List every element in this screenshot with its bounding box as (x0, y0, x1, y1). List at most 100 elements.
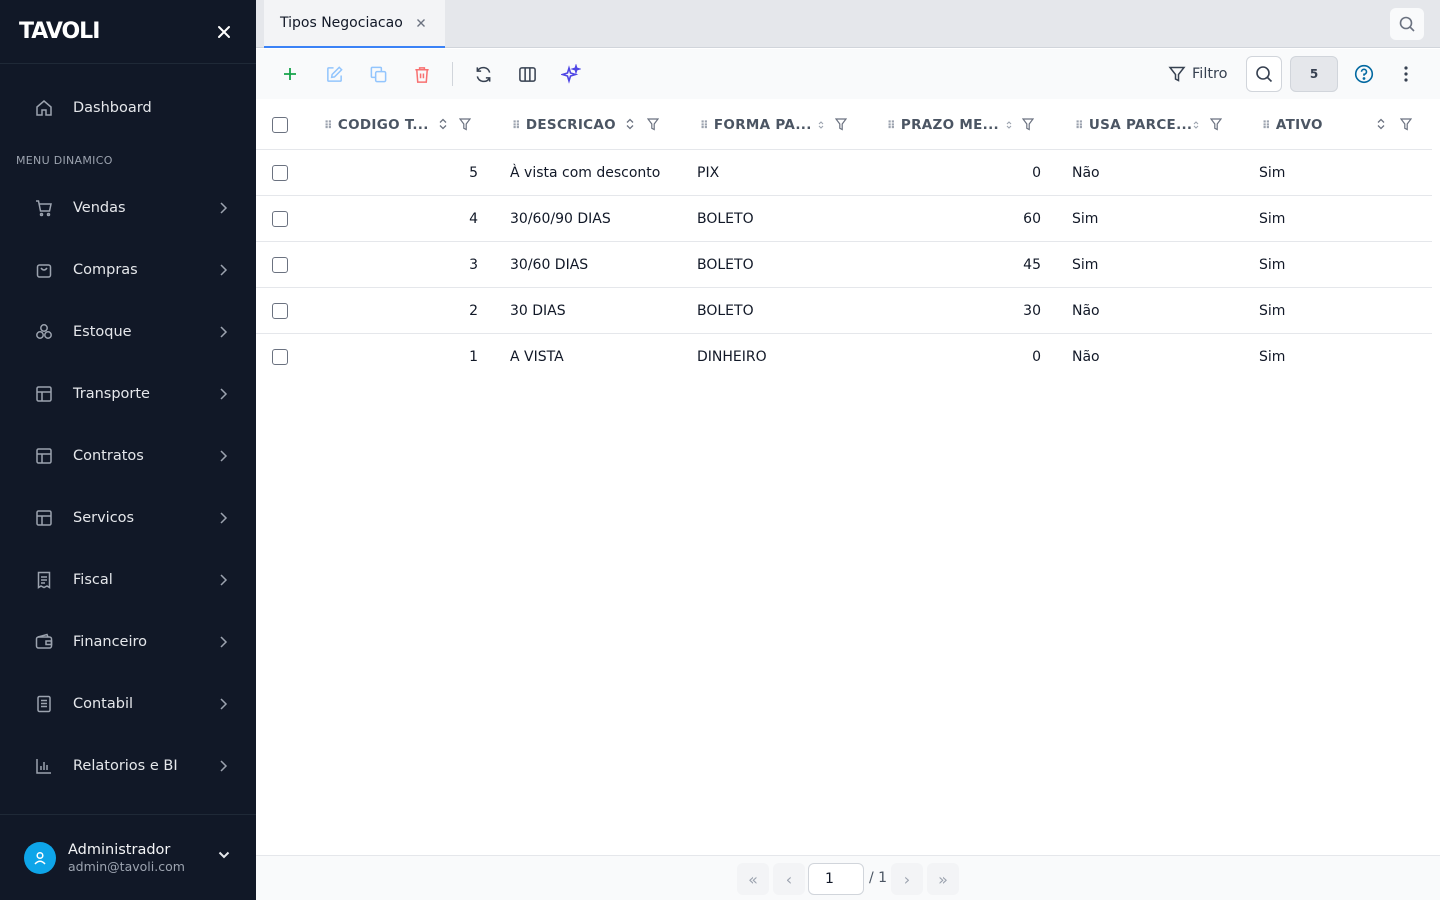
chevron-right-icon (220, 512, 228, 524)
copy-button[interactable] (366, 62, 390, 86)
sidebar-item-servicos[interactable]: Servicos (16, 487, 240, 549)
sort-icon[interactable] (818, 121, 824, 129)
sidebar-item-relatorios[interactable]: Relatorios e BI (16, 735, 240, 797)
cell-ativo: Sim (1259, 211, 1286, 227)
drag-handle-icon[interactable]: ⠿ (700, 119, 709, 132)
cell-prazo: 60 (1023, 211, 1041, 227)
table-row[interactable]: 5 À vista com desconto PIX 0 Não Sim (256, 150, 1432, 196)
column-header-forma-pagamento[interactable]: ⠿ FORMA PA... (700, 100, 860, 150)
column-label: CODIGO T... (337, 117, 429, 133)
table-row[interactable]: 3 30/60 DIAS BOLETO 45 Sim Sim (256, 242, 1432, 288)
sidebar-item-contabil[interactable]: Contabil (16, 673, 240, 735)
page-number-input[interactable] (808, 863, 864, 895)
row-checkbox[interactable] (272, 165, 288, 181)
drag-handle-icon[interactable]: ⠿ (1075, 119, 1084, 132)
sidebar-item-transporte[interactable]: Transporte (16, 363, 240, 425)
sidebar-header: TAVOLI (0, 0, 256, 64)
column-filter-icon[interactable] (647, 118, 659, 131)
sidebar-item-label: Financeiro (73, 634, 148, 650)
column-header-prazo-medio[interactable]: ⠿ PRAZO ME... (887, 100, 1047, 150)
sort-icon[interactable] (1006, 121, 1012, 129)
data-grid: ⠿ CODIGO T... ⠿ DESCRICAO ⠿ FORMA PA... … (256, 100, 1432, 380)
row-checkbox[interactable] (272, 349, 288, 365)
more-options-button[interactable] (1396, 62, 1416, 86)
column-label: ATIVO (1275, 117, 1323, 133)
close-tab-icon[interactable] (415, 17, 427, 29)
sidebar-item-vendas[interactable]: Vendas (16, 177, 240, 239)
sidebar-item-compras[interactable]: Compras (16, 239, 240, 301)
sidebar-item-label: Contabil (73, 696, 134, 712)
book-icon (33, 693, 55, 715)
chevron-down-icon[interactable] (218, 851, 230, 859)
row-checkbox[interactable] (272, 257, 288, 273)
drag-handle-icon[interactable]: ⠿ (887, 119, 896, 132)
cell-descricao: 30/60 DIAS (510, 257, 589, 273)
drag-handle-icon[interactable]: ⠿ (1262, 119, 1271, 132)
close-icon[interactable] (216, 24, 232, 40)
sort-icon[interactable] (626, 118, 634, 130)
main-content: Tipos Negociacao Filtro 5 ⠿ CODIGO T... … (256, 0, 1440, 900)
select-all-checkbox[interactable] (272, 117, 288, 133)
columns-button[interactable] (515, 62, 539, 86)
cell-forma: BOLETO (697, 303, 754, 319)
column-filter-icon[interactable] (1210, 118, 1222, 131)
first-page-button[interactable]: « (737, 863, 769, 895)
column-header-descricao[interactable]: ⠿ DESCRICAO (512, 100, 672, 150)
drag-handle-icon[interactable]: ⠿ (512, 119, 521, 132)
chevron-right-icon (220, 264, 228, 276)
cell-forma: BOLETO (697, 211, 754, 227)
avatar (24, 841, 56, 874)
row-checkbox[interactable] (272, 211, 288, 227)
ai-assistant-button[interactable] (559, 62, 583, 86)
sidebar-nav: Vendas Compras Estoque Transporte Contra… (16, 177, 240, 797)
cell-usa-parcela: Não (1072, 349, 1100, 365)
table-row[interactable]: 2 30 DIAS BOLETO 30 Não Sim (256, 288, 1432, 334)
table-row[interactable]: 1 A VISTA DINHEIRO 0 Não Sim (256, 334, 1432, 380)
plus-icon (284, 68, 296, 80)
help-button[interactable] (1352, 62, 1376, 86)
tab-tipos-negociacao[interactable]: Tipos Negociacao (264, 0, 445, 48)
tab-bar: Tipos Negociacao (256, 0, 1440, 48)
next-page-button[interactable]: › (891, 863, 923, 895)
sidebar-item-contratos[interactable]: Contratos (16, 425, 240, 487)
row-checkbox[interactable] (272, 303, 288, 319)
receipt-icon (33, 569, 55, 591)
column-filter-icon[interactable] (459, 118, 471, 131)
column-header-codigo[interactable]: ⠿ CODIGO T... (324, 100, 484, 150)
sidebar-item-label: Transporte (73, 386, 150, 402)
add-button[interactable] (278, 62, 302, 86)
user-name: Administrador (68, 841, 171, 858)
last-page-button[interactable]: » (927, 863, 959, 895)
sidebar-item-dashboard[interactable]: Dashboard (16, 86, 240, 130)
delete-button[interactable] (410, 62, 434, 86)
sort-icon[interactable] (1193, 121, 1199, 129)
table-row[interactable]: 4 30/60/90 DIAS BOLETO 60 Sim Sim (256, 196, 1432, 242)
refresh-button[interactable] (471, 62, 495, 86)
edit-button[interactable] (322, 62, 346, 86)
search-button[interactable] (1246, 56, 1282, 92)
cell-prazo: 30 (1023, 303, 1041, 319)
global-search-button[interactable] (1390, 8, 1424, 40)
column-filter-icon[interactable] (835, 118, 847, 131)
filter-button[interactable]: Filtro (1168, 62, 1228, 86)
column-header-usa-parcela[interactable]: ⠿ USA PARCE... (1075, 100, 1235, 150)
column-filter-icon[interactable] (1400, 118, 1412, 131)
column-filter-icon[interactable] (1022, 118, 1034, 131)
column-header-ativo[interactable]: ⠿ ATIVO (1262, 100, 1432, 150)
filter-icon (1168, 66, 1186, 82)
table-icon (33, 507, 55, 529)
sort-icon[interactable] (1377, 118, 1385, 130)
sidebar-item-estoque[interactable]: Estoque (16, 301, 240, 363)
bag-icon (33, 259, 55, 281)
sidebar-item-fiscal[interactable]: Fiscal (16, 549, 240, 611)
sort-icon[interactable] (439, 118, 447, 130)
prev-page-button[interactable]: ‹ (773, 863, 805, 895)
home-icon (33, 97, 55, 119)
sidebar-item-financeiro[interactable]: Financeiro (16, 611, 240, 673)
toolbar: Filtro 5 (256, 49, 1440, 99)
drag-handle-icon[interactable]: ⠿ (324, 119, 333, 132)
cell-prazo: 0 (1032, 349, 1041, 365)
help-icon (1354, 64, 1374, 84)
cell-codigo: 4 (469, 211, 478, 227)
user-menu[interactable]: Administrador admin@tavoli.com (0, 814, 256, 900)
